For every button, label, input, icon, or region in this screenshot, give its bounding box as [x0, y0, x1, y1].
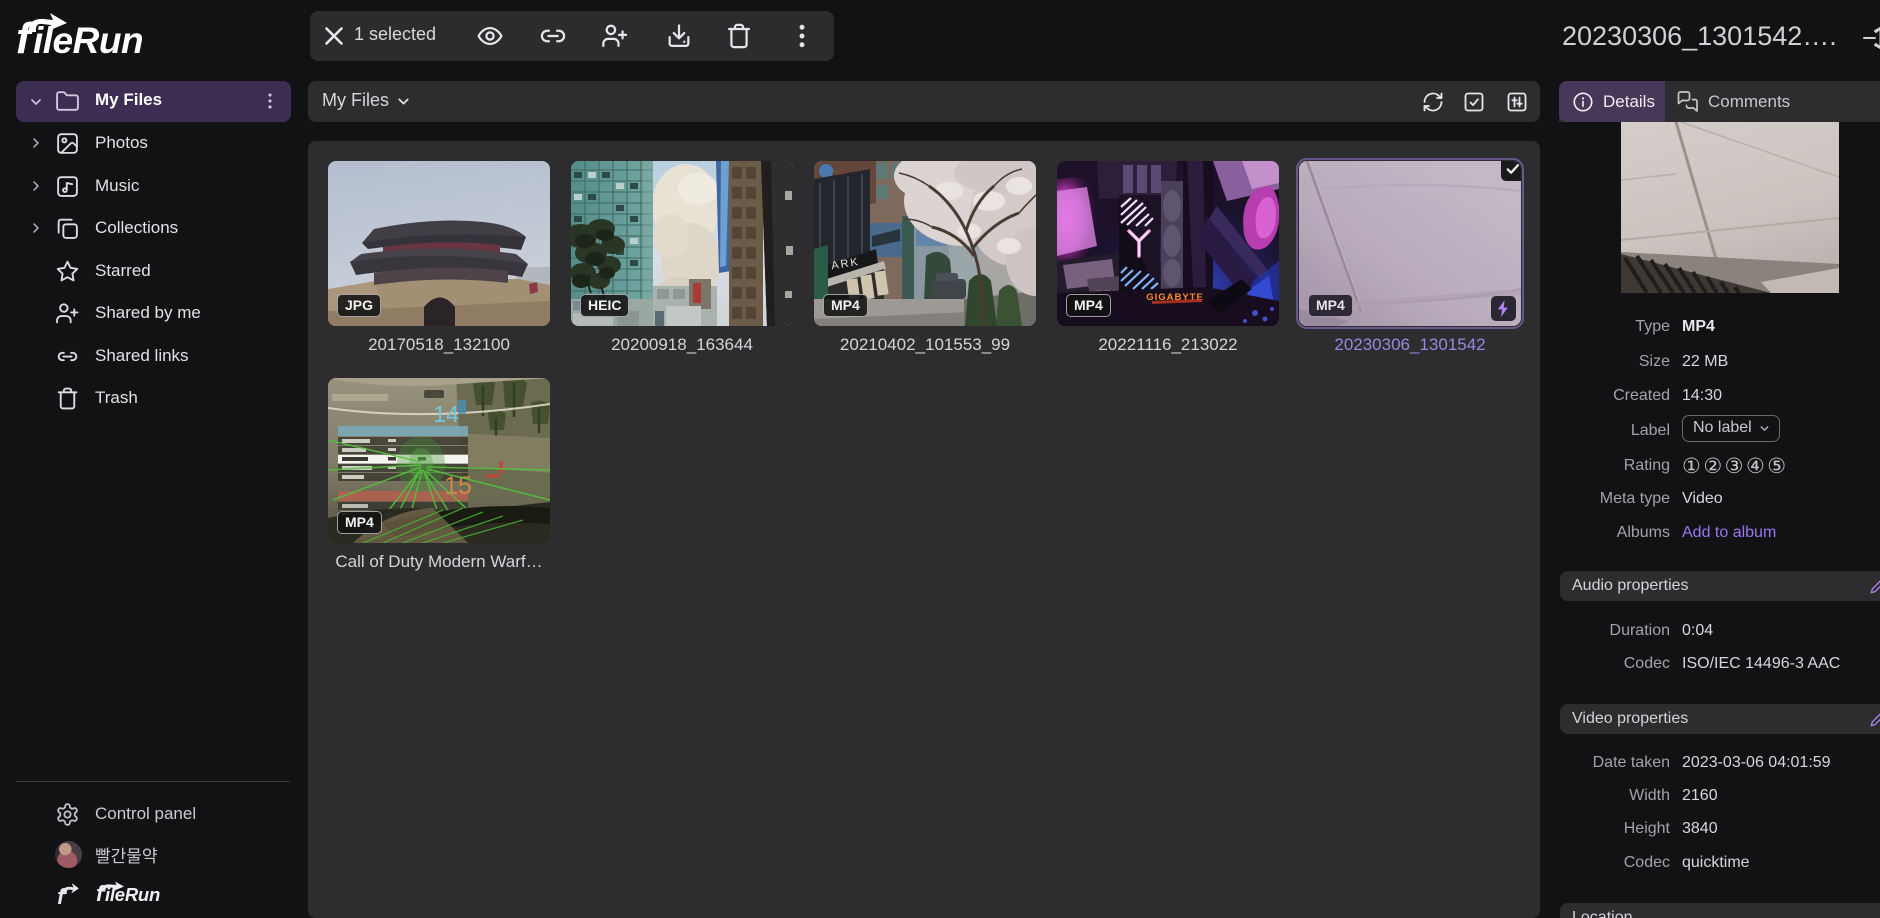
svg-text:f: f [96, 881, 106, 904]
svg-text:14: 14 [433, 401, 459, 427]
svg-text:ileRun: ileRun [105, 884, 160, 904]
svg-text:ileRun: ileRun [33, 20, 143, 60]
svg-text:f: f [57, 884, 67, 906]
